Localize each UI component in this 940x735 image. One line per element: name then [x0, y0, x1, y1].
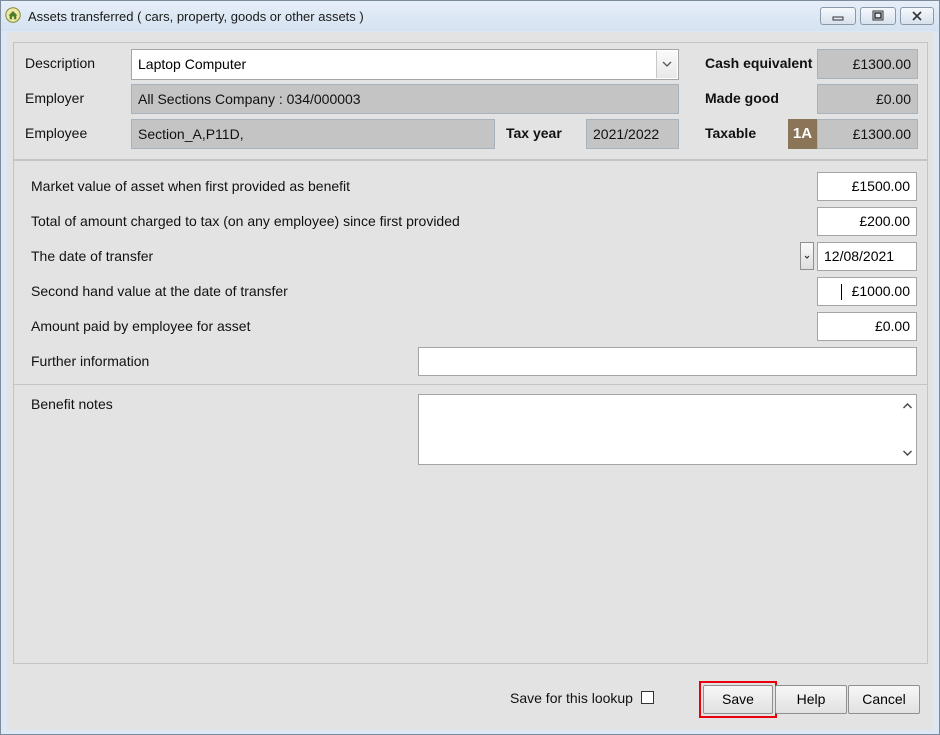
- window-title: Assets transferred ( cars, property, goo…: [28, 9, 364, 24]
- second-hand-input[interactable]: £1000.00: [817, 277, 917, 306]
- benefit-notes-label: Benefit notes: [31, 396, 113, 412]
- help-button[interactable]: Help: [775, 685, 847, 714]
- date-transfer-input[interactable]: 12/08/2021: [817, 242, 917, 271]
- cash-equivalent-label: Cash equivalent: [705, 55, 813, 71]
- description-value: Laptop Computer: [138, 56, 247, 72]
- made-good-label: Made good: [705, 90, 779, 106]
- save-button[interactable]: Save: [703, 685, 773, 714]
- amount-paid-input[interactable]: £0.00: [817, 312, 917, 341]
- description-label: Description: [25, 55, 96, 71]
- minimize-icon: [832, 16, 844, 21]
- tax-year-label: Tax year: [506, 125, 562, 141]
- total-charged-label: Total of amount charged to tax (on any e…: [31, 213, 460, 229]
- employee-label: Employee: [25, 125, 88, 141]
- further-info-input[interactable]: [418, 347, 917, 376]
- close-icon: [912, 11, 922, 21]
- cash-equivalent-field: £1300.00: [817, 49, 918, 79]
- scroll-up-icon[interactable]: [899, 399, 916, 413]
- minimize-button[interactable]: [820, 7, 856, 25]
- amount-paid-label: Amount paid by employee for asset: [31, 318, 251, 334]
- made-good-field: £0.00: [817, 84, 918, 114]
- date-transfer-label: The date of transfer: [31, 248, 154, 264]
- date-picker-button[interactable]: [800, 242, 814, 270]
- dropdown-button[interactable]: [656, 51, 677, 78]
- notes-scrollbar[interactable]: [899, 395, 916, 464]
- dialog-window: Assets transferred ( cars, property, goo…: [0, 0, 940, 735]
- save-lookup-label: Save for this lookup: [510, 690, 633, 706]
- taxable-label: Taxable: [705, 125, 757, 141]
- calendar-dropdown-icon: [804, 255, 810, 259]
- employer-field: All Sections Company : 034/000003: [131, 84, 679, 114]
- second-hand-label: Second hand value at the date of transfe…: [31, 283, 288, 299]
- dialog-client-area: Description Laptop Computer Employer All…: [7, 32, 933, 730]
- notes-panel: Benefit notes: [13, 384, 928, 664]
- description-dropdown[interactable]: Laptop Computer: [131, 49, 679, 80]
- scroll-down-icon[interactable]: [899, 446, 916, 460]
- taxable-class-badge: 1A: [788, 119, 817, 149]
- app-house-icon: [5, 7, 21, 23]
- maximize-button[interactable]: [860, 7, 896, 25]
- header-panel: Description Laptop Computer Employer All…: [13, 42, 928, 160]
- close-button[interactable]: [900, 7, 934, 25]
- market-value-label: Market value of asset when first provide…: [31, 178, 351, 194]
- title-bar[interactable]: Assets transferred ( cars, property, goo…: [1, 1, 939, 31]
- save-lookup-checkbox[interactable]: [641, 691, 654, 704]
- chevron-down-icon: [662, 61, 672, 67]
- employer-label: Employer: [25, 90, 85, 106]
- tax-year-field: 2021/2022: [586, 119, 679, 149]
- second-hand-value: £1000.00: [851, 283, 910, 299]
- benefit-notes-textarea[interactable]: [418, 394, 917, 465]
- employee-field: Section_A,P11D,: [131, 119, 495, 149]
- further-info-label: Further information: [31, 353, 150, 369]
- taxable-field: £1300.00: [817, 119, 918, 149]
- total-charged-input[interactable]: £200.00: [817, 207, 917, 236]
- cancel-button[interactable]: Cancel: [848, 685, 920, 714]
- market-value-input[interactable]: £1500.00: [817, 172, 917, 201]
- maximize-icon: [872, 10, 884, 21]
- text-cursor: [841, 284, 842, 300]
- details-panel: Market value of asset when first provide…: [13, 160, 928, 385]
